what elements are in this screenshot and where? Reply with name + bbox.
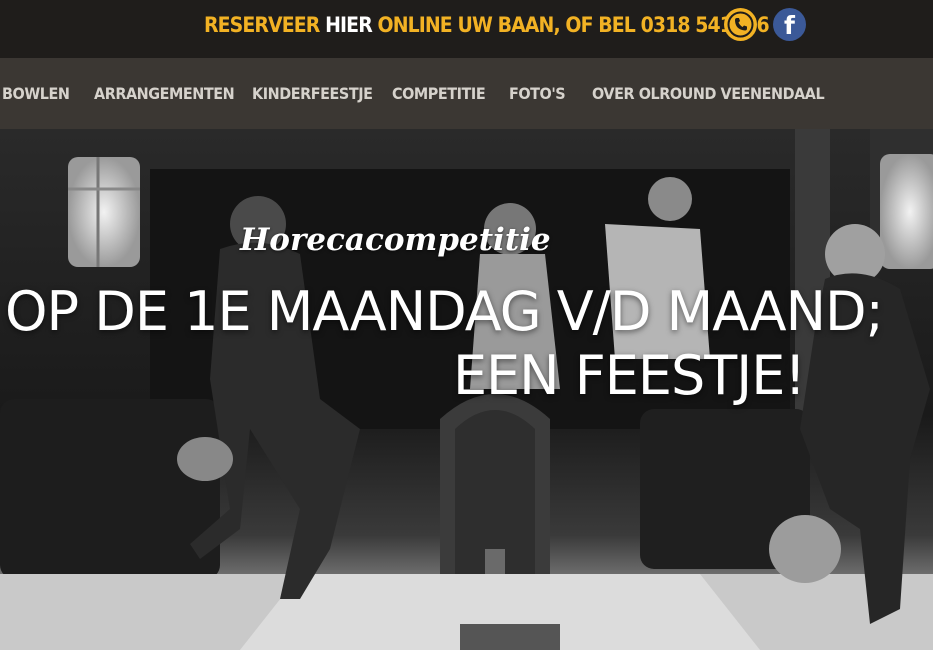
nav-item-arrangementen[interactable]: ARRANGEMENTEN [94,82,235,106]
top-bar: RESERVEER HIER ONLINE UW BAAN, OF BEL 03… [0,0,933,58]
reservation-here-link[interactable]: HIER [325,13,373,37]
phone-button[interactable] [724,8,757,41]
facebook-button[interactable]: f [773,8,806,41]
reservation-text-after: ONLINE UW BAAN, OF BEL 0318 541196 [377,13,770,37]
nav-item-bowlen[interactable]: BOWLEN [2,82,70,106]
nav-item-fotos[interactable]: FOTO'S [509,82,566,106]
hero-kicker: Horecacompetitie [240,222,551,258]
hero-headline-line-1: OP DE 1E MAANDAG V/D MAAND; [5,280,884,343]
hero-headline-line-2: EEN FEESTJE! [452,344,806,407]
phone-icon [727,11,754,38]
reservation-text[interactable]: RESERVEER HIER ONLINE UW BAAN, OF BEL 03… [204,10,770,40]
main-navigation: BOWLEN ARRANGEMENTEN KINDERFEESTJE COMPE… [0,58,933,129]
nav-item-kinderfeestje[interactable]: KINDERFEESTJE [252,82,373,106]
reservation-text-before: RESERVEER [204,13,320,37]
facebook-icon: f [784,11,795,40]
nav-item-over-olround[interactable]: OVER OLROUND VEENENDAAL [592,82,825,106]
nav-item-competitie[interactable]: COMPETITIE [392,82,486,106]
hero-headline: OP DE 1E MAANDAG V/D MAAND; EEN FEESTJE! [5,280,884,408]
